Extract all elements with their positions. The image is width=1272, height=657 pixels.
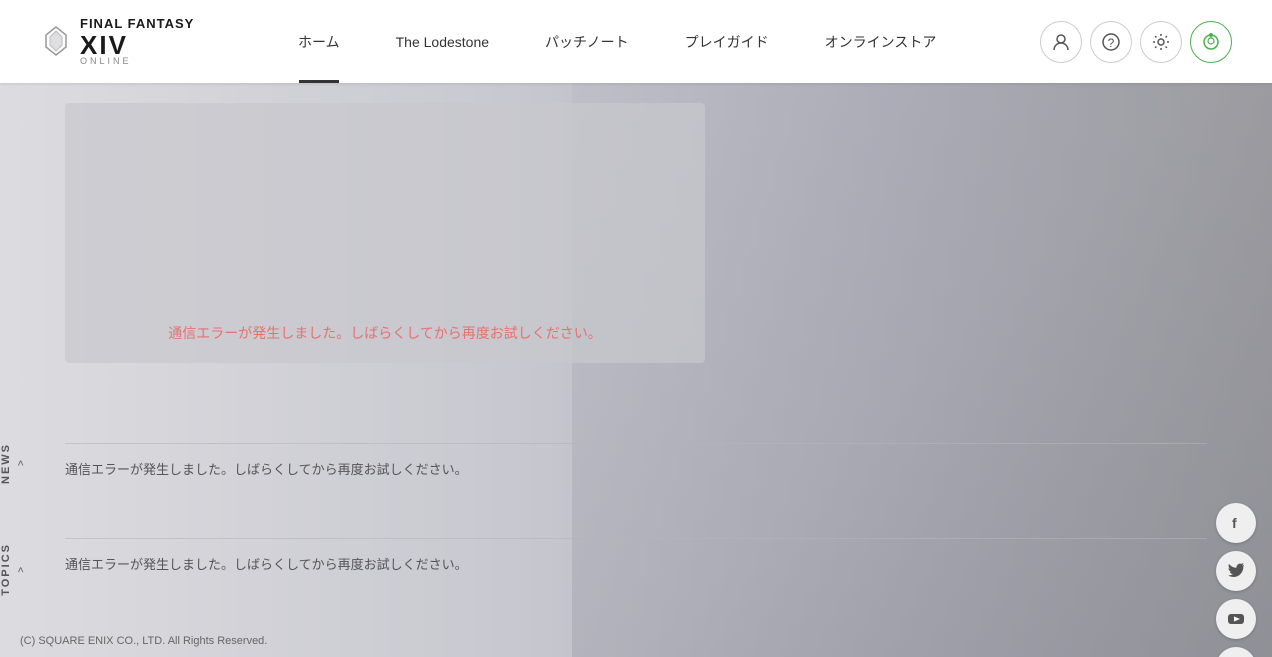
svg-text:f: f [1232, 515, 1237, 531]
sidebar-news-arrow: > [16, 461, 27, 467]
banner-error-text: 通信エラーが発生しました。しばらくしてから再度お試しください。 [65, 323, 705, 343]
copyright-text: (C) SQUARE ENIX CO., LTD. All Rights Res… [20, 635, 267, 647]
twitter-icon [1227, 562, 1245, 580]
facebook-icon: f [1227, 514, 1245, 532]
gear-icon [1151, 32, 1171, 52]
nav-guide[interactable]: プレイガイド [657, 0, 797, 83]
svg-text:?: ? [1108, 36, 1115, 50]
ff-crystal-icon [40, 25, 72, 57]
nav-home[interactable]: ホーム [270, 0, 368, 83]
facebook-button[interactable]: f [1216, 503, 1256, 543]
topics-divider [65, 538, 1207, 539]
ff-online: ONLINE [80, 56, 132, 66]
ff-logo-text: FINAL FANTASY XIV ONLINE [80, 17, 194, 65]
topics-error-text: 通信エラーが発生しました。しばらくしてから再度お試しください。 [65, 557, 468, 572]
twitter-button[interactable] [1216, 551, 1256, 591]
main-nav: ホーム The Lodestone パッチノート プレイガイド オンラインストア [194, 0, 1040, 83]
sidebar-topics-arrow: > [16, 566, 27, 572]
banner-section: 通信エラーが発生しました。しばらくしてから再度お試しください。 [65, 103, 705, 363]
footer: (C) SQUARE ENIX CO., LTD. All Rights Res… [0, 631, 1272, 649]
account-icon [1051, 32, 1071, 52]
help-button[interactable]: ? [1090, 21, 1132, 63]
mog-button[interactable] [1190, 21, 1232, 63]
sidebar-news-label: NEWS [0, 443, 12, 484]
news-section: 通信エラーが発生しました。しばらくしてから再度お試しください。 [65, 443, 1207, 479]
nav-patch[interactable]: パッチノート [517, 0, 657, 83]
main-content: NEWS > TOPICS > 通信エラーが発生しました。しばらくしてから再度お… [0, 83, 1272, 657]
help-icon: ? [1101, 32, 1121, 52]
sidebar-news[interactable]: NEWS > [0, 443, 27, 484]
settings-button[interactable] [1140, 21, 1182, 63]
sidebar-topics-label: TOPICS [0, 543, 12, 596]
ff-roman: XIV [80, 32, 128, 58]
news-error-text: 通信エラーが発生しました。しばらくしてから再度お試しください。 [65, 462, 468, 477]
sidebar-topics[interactable]: TOPICS > [0, 543, 27, 596]
logo[interactable]: FINAL FANTASY XIV ONLINE [40, 17, 194, 65]
news-divider [65, 443, 1207, 444]
mog-icon [1200, 31, 1222, 53]
header: FINAL FANTASY XIV ONLINE ホーム The Lodesto… [0, 0, 1272, 83]
nav-store[interactable]: オンラインストア [797, 0, 965, 83]
topics-section: 通信エラーが発生しました。しばらくしてから再度お試しください。 [65, 538, 1207, 574]
nav-lodestone[interactable]: The Lodestone [368, 0, 517, 83]
account-button[interactable] [1040, 21, 1082, 63]
header-icons: ? [1040, 21, 1232, 63]
youtube-icon [1227, 610, 1245, 628]
